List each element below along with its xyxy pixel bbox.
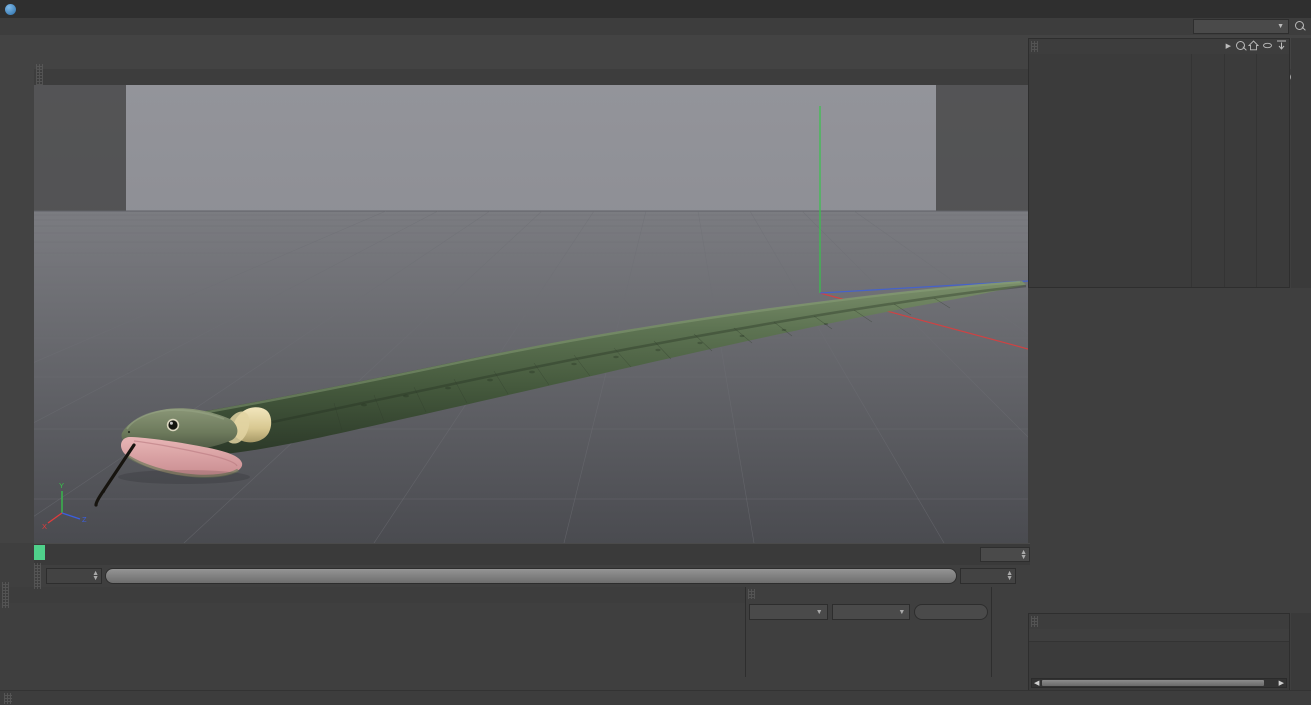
spinner-icon[interactable]: ▲ ▼ — [1006, 570, 1013, 582]
maximize-button[interactable] — [1255, 0, 1283, 18]
tag-column — [1191, 54, 1224, 287]
object-manager: ▶ — [1028, 38, 1290, 288]
svg-text:Z: Z — [82, 515, 87, 524]
coordinate-system-select[interactable]: ▼ — [749, 604, 828, 620]
object-manager-menubar: ▶ — [1029, 39, 1289, 54]
chevron-down-icon: ▼ — [815, 608, 823, 616]
search-icon[interactable] — [1293, 20, 1307, 34]
cinema4d-window: ▼ Y Z X ▲ ▼ ▲ ▼ ▲ ▼ ▼ ▼ ▶ ◀ ▶ — [0, 0, 1311, 705]
timeline-ruler[interactable]: ▲ ▼ — [34, 543, 1030, 565]
panel-grip[interactable] — [1031, 616, 1038, 627]
material-manager — [0, 582, 746, 677]
right-dock-tabs — [1291, 38, 1311, 288]
current-frame-input[interactable]: ▲ ▼ — [46, 568, 102, 584]
more-menu-icon[interactable]: ▶ — [1226, 42, 1231, 50]
scroll-right-icon[interactable]: ▶ — [1279, 679, 1284, 687]
object-manager-icons: ▶ — [1226, 40, 1287, 51]
layer-column-header — [1029, 629, 1289, 642]
home-icon[interactable] — [1248, 40, 1259, 51]
object-manager-tag-columns — [1191, 54, 1289, 287]
app-logo-icon — [5, 3, 16, 15]
spinner-icon[interactable]: ▲ ▼ — [1020, 549, 1027, 561]
layer-dock-tabs — [1291, 613, 1311, 691]
right-dock: ▶ ◀ ▶ — [1028, 38, 1311, 698]
scrollbar-thumb[interactable] — [1042, 680, 1264, 686]
close-button[interactable] — [1283, 0, 1311, 18]
tag-column — [1256, 54, 1289, 287]
svg-text:Y: Y — [59, 481, 64, 490]
timeline-frame-field[interactable]: ▲ ▼ — [980, 547, 1030, 562]
chevron-down-icon: ▼ — [1277, 23, 1284, 30]
layer-horizontal-scrollbar[interactable]: ◀ ▶ — [1031, 678, 1287, 688]
panel-grip[interactable] — [2, 582, 9, 608]
svg-text:X: X — [42, 522, 47, 531]
scroll-left-icon[interactable]: ◀ — [1034, 679, 1039, 687]
timeline-playhead[interactable] — [34, 545, 45, 560]
coordinate-actions: ▼ ▼ — [746, 601, 991, 623]
coordinate-manager: ▼ ▼ — [746, 587, 992, 677]
layout-control: ▼ — [1189, 19, 1307, 34]
left-toolbar — [0, 69, 34, 543]
panel-grip[interactable] — [748, 589, 755, 599]
timeline-scrubber[interactable] — [105, 568, 957, 584]
search-icon[interactable] — [1234, 40, 1245, 51]
panel-grip[interactable] — [34, 563, 41, 589]
coordinate-header — [746, 587, 991, 601]
timeline-controls: ▲ ▼ ▲ ▼ — [34, 563, 1030, 589]
apply-button[interactable] — [914, 604, 989, 620]
titlebar — [0, 0, 1311, 18]
material-list — [0, 603, 745, 607]
chevron-down-icon: ▼ — [898, 608, 906, 616]
material-menubar — [0, 582, 745, 608]
window-controls — [1227, 0, 1311, 18]
layer-manager-menubar — [1029, 614, 1289, 629]
minus-icon[interactable] — [1262, 40, 1273, 51]
coordinate-mode-select[interactable]: ▼ — [831, 604, 911, 620]
spinner-icon[interactable]: ▲ ▼ — [92, 570, 99, 582]
tag-column — [1223, 54, 1257, 287]
minimize-button[interactable] — [1227, 0, 1255, 18]
menubar: ▼ — [0, 18, 1311, 35]
statusbar — [0, 690, 1311, 705]
fit-icon[interactable] — [1276, 40, 1287, 51]
panel-grip[interactable] — [1031, 41, 1038, 52]
layout-select[interactable]: ▼ — [1193, 19, 1289, 34]
panel-grip[interactable] — [4, 692, 12, 704]
end-frame-input[interactable]: ▲ ▼ — [960, 568, 1016, 584]
layer-manager: ◀ ▶ — [1028, 613, 1290, 691]
viewport-3d-scene: Y Z X — [34, 85, 1028, 543]
